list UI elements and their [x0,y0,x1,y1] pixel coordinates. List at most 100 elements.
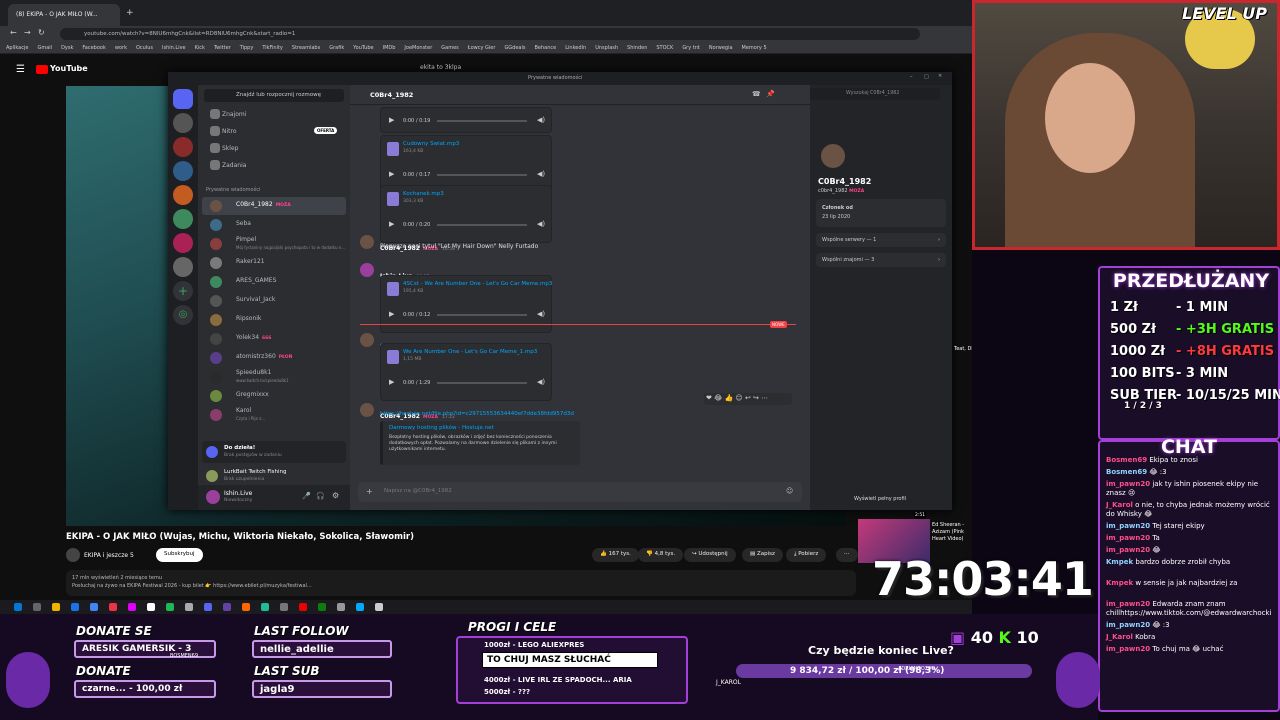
nav-item-znajomi[interactable]: Znajomi [202,107,346,122]
add-server-icon[interactable]: + [173,281,193,301]
taskbar-app-icon[interactable] [71,603,79,611]
volume-icon[interactable]: ◀) [537,170,545,178]
minimize-icon[interactable]: – [910,74,913,80]
maximize-icon[interactable]: □ [924,74,929,80]
dm-item[interactable]: atomistrz360 PŁOŃ [202,349,346,367]
taskbar-app-icon[interactable] [14,603,22,611]
find-conversation-input[interactable]: Znajdź lub rozpocznij rozmowę [204,89,344,102]
menu-icon[interactable]: ☰ [16,64,25,75]
share-button[interactable]: ↪ Udostępnij [684,548,736,562]
message-avatar[interactable] [360,333,374,347]
bookmark[interactable]: Memory 5 [742,45,767,51]
channel-avatar[interactable] [66,548,80,562]
chat-user[interactable]: im_pawn20 [1106,522,1150,530]
bookmark[interactable]: GGdeals [504,45,525,51]
discord-home-icon[interactable] [173,89,193,109]
taskbar-app-icon[interactable] [356,603,364,611]
volume-icon[interactable]: ◀) [537,310,545,318]
bookmark[interactable]: work [115,45,127,51]
chat-user[interactable]: J_Karol [1106,633,1133,641]
pin-icon[interactable]: 📌 [766,90,775,98]
audio-name[interactable]: We Are Number One - Let's Go Car Meme_1.… [403,349,537,355]
taskbar-app-icon[interactable] [242,603,250,611]
forward-icon[interactable]: → [24,28,31,37]
mutual-servers[interactable]: Wspólne serwery — 1 › [816,233,946,247]
play-icon[interactable]: ▶ [389,310,394,318]
nav-item-zadania[interactable]: Zadania [202,158,346,173]
settings-icon[interactable]: ⚙ [332,491,339,500]
taskbar-app-icon[interactable] [280,603,288,611]
youtube-logo-icon[interactable] [36,65,48,74]
server-icon[interactable] [173,233,193,253]
dislike-button[interactable]: 👎 4,8 tys. [638,548,684,562]
play-icon[interactable]: ▶ [389,116,394,124]
download-button[interactable]: ⤓ Pobierz [786,548,827,562]
back-icon[interactable]: ← [10,28,17,37]
call-icon[interactable]: ☎ [752,90,761,98]
dm-item[interactable]: Gregmixxx [202,387,346,405]
volume-icon[interactable]: ◀) [537,116,545,124]
headset-icon[interactable]: 🎧 [316,492,325,500]
bookmark[interactable]: Facebook [82,45,106,51]
taskbar-app-icon[interactable] [109,603,117,611]
user-avatar[interactable] [206,490,220,504]
audio-progress[interactable] [437,314,527,316]
dm-item[interactable]: Ripsonik [202,311,346,329]
message-avatar[interactable] [360,263,374,277]
play-icon[interactable]: ▶ [389,378,394,386]
message-link[interactable]: https://hostuje.net/file.php?id=c2971555… [380,411,574,417]
chat-user[interactable]: Bosmen69 [1106,456,1147,464]
search-input[interactable]: ekita to 3klpa [420,64,461,71]
new-tab-icon[interactable]: + [126,8,134,18]
channel-name[interactable]: EKIPA i jeszcze 5 [84,552,134,559]
audio-progress[interactable] [437,224,527,226]
explore-icon[interactable]: ◎ [173,305,193,325]
bookmark[interactable]: Norwegia [709,45,733,51]
bookmark[interactable]: TikFinity [262,45,283,51]
side-title[interactable]: Ed Sheeran - Azizam (Pink Heart Video) [932,522,972,543]
taskbar-app-icon[interactable] [147,603,155,611]
taskbar-app-icon[interactable] [261,603,269,611]
chat-user[interactable]: Kmpek [1106,579,1133,587]
chat-user[interactable]: im_pawn20 [1106,534,1150,542]
taskbar-app-icon[interactable] [299,603,307,611]
dm-item[interactable]: Raker121 [202,254,346,272]
bookmark[interactable]: IMDb [383,45,396,51]
audio-name[interactable]: Kochanek.mp3 [403,191,444,197]
server-icon[interactable] [173,257,193,277]
chat-user[interactable]: im_pawn20 [1106,621,1150,629]
taskbar-app-icon[interactable] [185,603,193,611]
taskbar-app-icon[interactable] [33,603,41,611]
bookmark[interactable]: Aplikacje [6,45,28,51]
bookmark[interactable]: Grafik [329,45,344,51]
audio-progress[interactable] [437,120,527,122]
chat-user[interactable]: Kmpek [1106,558,1133,566]
taskbar-app-icon[interactable] [128,603,136,611]
close-icon[interactable]: × [938,73,942,79]
bookmark[interactable]: Kick [195,45,205,51]
profile-avatar[interactable] [818,141,848,171]
bookmark[interactable]: Behance [535,45,557,51]
embed-title[interactable]: Darmowy hosting plików - Hostuje.net [389,425,574,431]
taskbar-app-icon[interactable] [90,603,98,611]
chat-user[interactable]: im_pawn20 [1106,645,1150,653]
bookmark[interactable]: LinkedIn [565,45,586,51]
server-icon[interactable] [173,161,193,181]
nav-item-sklep[interactable]: Sklep [202,141,346,156]
play-icon[interactable]: ▶ [389,220,394,228]
dm-item[interactable]: Seba [202,216,346,234]
bookmark[interactable]: STOCK [656,45,673,51]
message-avatar[interactable] [360,235,374,249]
audio-name[interactable]: Cudowny Swiat.mp3 [403,141,459,147]
taskbar-app-icon[interactable] [223,603,231,611]
chat-user[interactable]: im_pawn20 [1106,546,1150,554]
activity-row[interactable]: LurkBait Twitch Fishing Brak uzupełnieni… [202,467,346,483]
chat-user[interactable]: im_pawn20 [1106,600,1150,608]
mic-icon[interactable]: 🎤 [302,492,311,500]
description[interactable]: 17 mln wyświetleń 2 miesiące temu Posłuc… [66,570,856,596]
bookmark[interactable]: YouTube [353,45,373,51]
bookmark[interactable]: Tippy [240,45,254,51]
server-icon[interactable] [173,185,193,205]
reload-icon[interactable]: ↻ [38,28,45,37]
add-attachment-icon[interactable]: + [366,487,373,496]
